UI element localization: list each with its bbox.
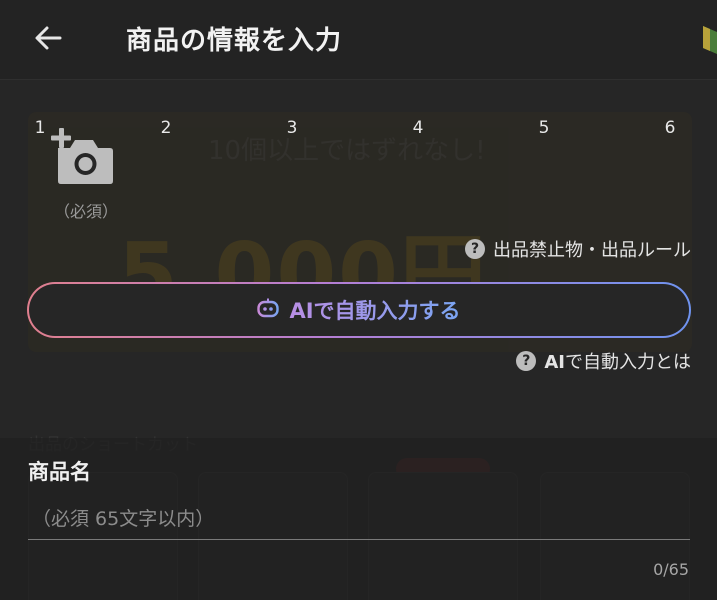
- screen: 10個以上ではずれなし! 5,000円 出品のショートカット 商品の情報を入力: [0, 0, 717, 600]
- back-button[interactable]: [30, 22, 66, 58]
- ai-autofill-about-label: AIで自動入力とは: [544, 352, 691, 373]
- ai-autofill-button[interactable]: AIで自動入力する: [27, 282, 691, 338]
- photo-required-label: （必須）: [54, 202, 119, 221]
- ai-autofill-about-link[interactable]: ? AIで自動入力とは: [516, 348, 691, 374]
- robot-icon: [257, 298, 280, 322]
- arrow-left-icon: [33, 23, 63, 57]
- camera-add-icon: [50, 128, 116, 192]
- listing-rules-label: 出品禁止物・出品ルール: [493, 240, 691, 261]
- listing-rules-link[interactable]: ? 出品禁止物・出品ルール: [465, 236, 691, 262]
- add-photo-button[interactable]: [50, 126, 116, 188]
- page-title: 商品の情報を入力: [126, 26, 343, 56]
- ai-autofill-button-inner: AIで自動入力する: [29, 284, 689, 336]
- photo-slot-number: 5: [538, 118, 550, 138]
- product-name-title: 商品名: [28, 460, 91, 484]
- photo-slot-number: 4: [412, 118, 424, 138]
- character-counter: 0/65: [653, 560, 689, 579]
- question-circle-icon: ?: [465, 239, 485, 259]
- photo-slot-number: 1: [34, 118, 46, 138]
- beginner-mark-icon: [703, 22, 717, 54]
- ai-autofill-label: AIで自動入力する: [289, 295, 460, 325]
- app-header: 商品の情報を入力: [0, 0, 717, 80]
- photo-slot-number: 3: [286, 118, 298, 138]
- photo-slot-number: 2: [160, 118, 172, 138]
- photo-slot-number: 6: [664, 118, 676, 138]
- product-name-input[interactable]: [28, 498, 690, 540]
- question-circle-icon: ?: [516, 351, 537, 371]
